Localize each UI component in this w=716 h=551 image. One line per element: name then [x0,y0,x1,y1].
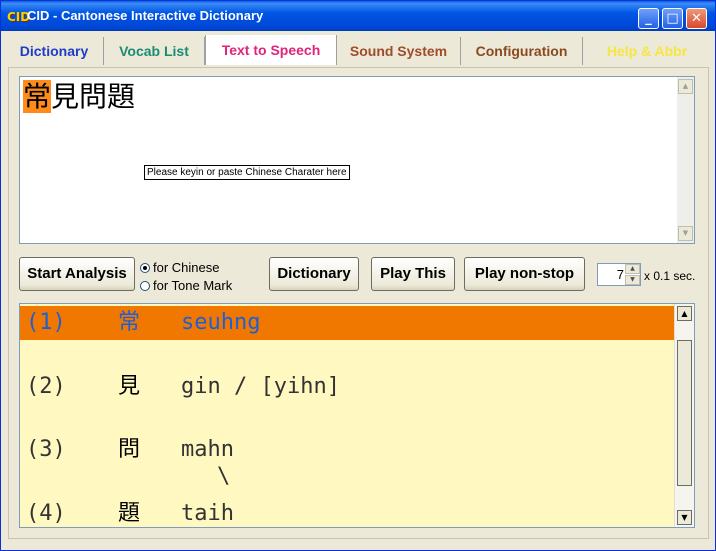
row-char: 題 [118,501,141,526]
interval-spinner[interactable]: 7 ▲ ▼ [597,263,641,286]
analysis-result-list[interactable]: (1) 常 seuhng (2) 見 gin / [yihn] (3) 問 ma… [19,303,695,528]
result-row[interactable]: (4) 題 taih [20,497,676,527]
radio-checked-icon[interactable] [140,262,150,273]
input-scrollbar[interactable]: ▲ ▼ [677,77,694,243]
row-number: (4) [26,501,66,526]
interval-value[interactable]: 7 [598,264,624,285]
tone-mark: \ [217,464,231,489]
radio-unchecked-icon[interactable] [140,280,150,291]
window-title: CID - Cantonese Interactive Dictionary [27,8,264,23]
highlighted-char: 常 [23,80,52,113]
play-nonstop-button[interactable]: Play non-stop [464,257,585,291]
row-romanization: seuhng [181,310,261,335]
maximize-button[interactable]: □ [662,8,683,29]
input-text: 常見問題 [23,79,135,115]
input-tooltip: Please keyin or paste Chinese Charater h… [144,165,350,180]
result-row[interactable]: (3) 問 mahn [20,433,676,467]
radio-tone-label: for Tone Mark [153,278,233,293]
radio-for-tone-mark[interactable]: for Tone Mark [140,278,232,294]
minimize-button[interactable]: _ [638,8,659,29]
tab-sound-system[interactable]: Sound System [337,37,461,65]
row-number: (3) [26,437,66,462]
tab-configuration[interactable]: Configuration [461,37,583,65]
row-number: (1) [26,310,66,335]
result-row[interactable]: (2) 見 gin / [yihn] [20,370,676,404]
scrollbar-thumb[interactable] [677,340,692,486]
chinese-text-input[interactable]: 常見問題 Please keyin or paste Chinese Chara… [19,76,695,244]
row-romanization: gin / [yihn] [181,374,340,399]
tab-vocab-list[interactable]: Vocab List [104,37,205,65]
tab-text-to-speech[interactable]: Text to Speech [205,35,337,65]
close-button[interactable]: ✕ [686,8,707,29]
interval-unit-label: x 0.1 sec. [644,269,696,283]
tab-help-abbr[interactable]: Help & Abbr [583,37,711,65]
spin-up-icon[interactable]: ▲ [625,264,640,274]
row-romanization: mahn [181,437,234,462]
result-row[interactable]: (1) 常 seuhng [20,306,676,340]
play-this-button[interactable]: Play This [371,257,455,291]
scroll-up-icon[interactable]: ▲ [677,306,692,321]
scroll-down-icon[interactable]: ▼ [677,510,692,525]
start-analysis-button[interactable]: Start Analysis [19,257,135,291]
tab-dictionary[interactable]: Dictionary [5,37,104,65]
scroll-up-icon[interactable]: ▲ [678,79,693,94]
row-char: 常 [118,310,141,335]
input-remaining-text: 見問題 [51,80,136,113]
radio-chinese-label: for Chinese [153,260,220,275]
scroll-down-icon[interactable]: ▼ [678,226,693,241]
dictionary-button[interactable]: Dictionary [269,257,359,291]
spin-down-icon[interactable]: ▼ [625,275,640,285]
row-romanization: taih [181,501,234,526]
title-bar[interactable]: CID CID - Cantonese Interactive Dictiona… [1,1,715,31]
row-char: 問 [118,437,141,462]
row-number: (2) [26,374,66,399]
row-char: 見 [118,374,141,399]
radio-for-chinese[interactable]: for Chinese [140,260,219,276]
result-scrollbar[interactable]: ▲ ▼ [674,304,694,527]
tab-bar: Dictionary Vocab List Text to Speech Sou… [5,35,711,65]
spinner-buttons: ▲ ▼ [625,264,640,285]
